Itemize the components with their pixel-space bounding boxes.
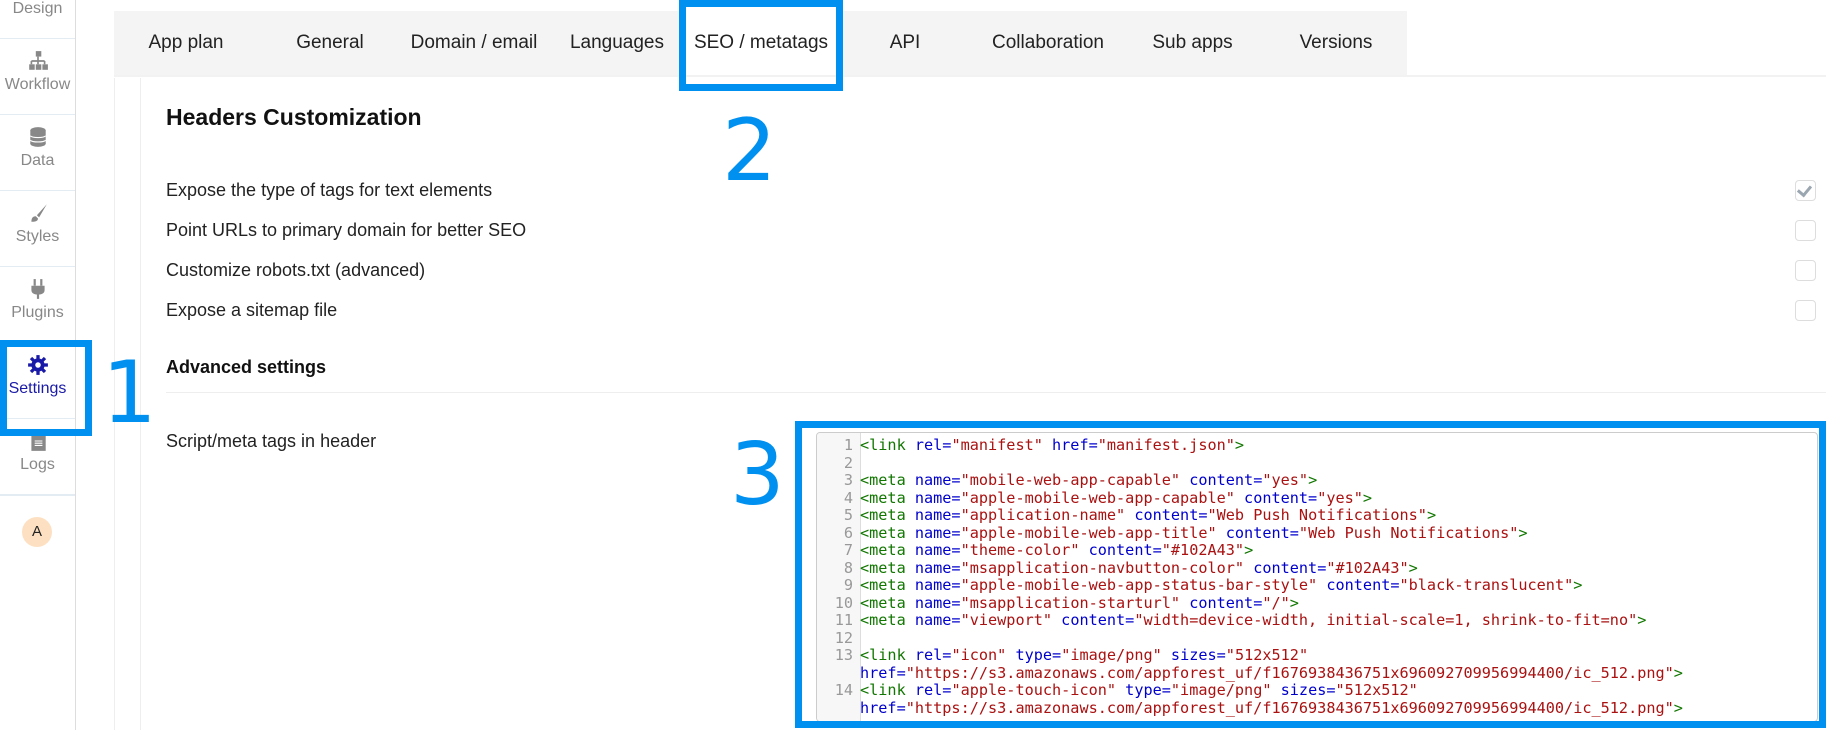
sidebar-item-design[interactable]: Design [0,0,75,39]
option-checkbox[interactable] [1795,260,1816,281]
option-label: Expose the type of tags for text element… [166,180,493,200]
sidebar-item-data[interactable]: Data [0,114,75,191]
annotation-number-1: 1 [102,343,157,443]
sitemap-icon [28,51,48,70]
option-label: Point URLs to primary domain for better … [166,220,527,240]
sidebar-item-styles[interactable]: Styles [0,190,75,267]
tab-versions[interactable]: Versions [1280,11,1392,75]
option-checkbox[interactable] [1795,220,1816,241]
script-meta-label: Script/meta tags in header [166,431,377,451]
tab-domain-email[interactable]: Domain / email [404,11,544,75]
annotation-number-3: 3 [730,425,785,525]
divider [166,392,1826,393]
avatar[interactable]: A [22,517,52,547]
tab-collaboration[interactable]: Collaboration [978,11,1118,75]
database-icon [29,127,46,147]
option-checkbox[interactable] [1795,180,1816,201]
advanced-settings-title: Advanced settings [166,357,327,377]
annotation-box-2 [679,0,843,91]
section-title: Headers Customization [166,104,422,130]
plug-icon [30,279,45,299]
option-checkbox[interactable] [1795,300,1816,321]
tab-bar-divider [114,75,1826,77]
tab-app-plan[interactable]: App plan [130,11,242,75]
annotation-box-1 [0,340,92,436]
sidebar-item-plugins[interactable]: Plugins [0,266,75,343]
tab-api[interactable]: API [860,11,950,75]
tab-languages[interactable]: Languages [562,11,672,75]
annotation-number-2: 2 [722,101,777,201]
annotation-box-3 [795,421,1826,728]
sidebar-item-workflow[interactable]: Workflow [0,38,75,115]
tab-sub-apps[interactable]: Sub apps [1140,11,1245,75]
tab-general[interactable]: General [276,11,384,75]
option-label: Expose a sitemap file [166,300,338,320]
paintbrush-icon [30,204,47,222]
option-label: Customize robots.txt (advanced) [166,260,426,280]
